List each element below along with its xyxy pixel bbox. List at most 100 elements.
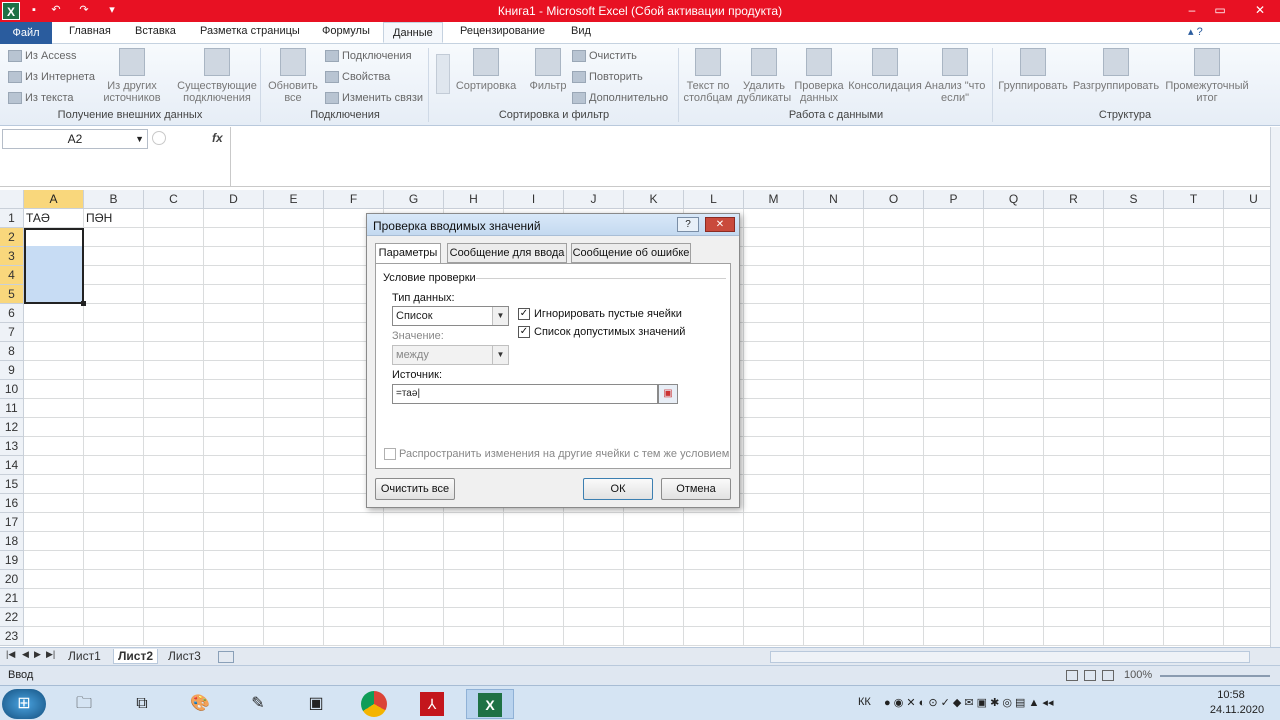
row-header[interactable]: 4 [0,266,24,285]
column-header[interactable]: K [624,190,684,209]
row-header[interactable]: 11 [0,399,24,418]
group-button[interactable]: Группировать [996,48,1070,92]
column-header[interactable]: N [804,190,864,209]
row-header[interactable]: 15 [0,475,24,494]
cell-a1[interactable]: ТАӘ [24,209,84,227]
column-header[interactable]: S [1104,190,1164,209]
sheet-tab-1[interactable]: Лист1 [68,649,101,663]
column-header[interactable]: J [564,190,624,209]
apply-all-checkbox[interactable] [384,448,396,460]
sort-az-icon[interactable] [436,54,450,94]
clock-time[interactable]: 10:58 [1206,689,1256,701]
tab-data[interactable]: Данные [383,22,443,43]
remove-duplicates-button[interactable]: Удалить дубликаты [736,48,792,104]
column-header[interactable]: G [384,190,444,209]
tab-review[interactable]: Рецензирование [460,25,545,37]
next-sheet-icon[interactable]: ▶ [34,649,41,660]
column-header[interactable]: C [144,190,204,209]
in-cell-dropdown-checkbox[interactable]: ✓ [518,326,530,338]
source-input[interactable]: =таә| [392,384,658,404]
restore-button[interactable]: ▭ [1206,0,1234,20]
row-header[interactable]: 16 [0,494,24,513]
first-sheet-icon[interactable]: |◀ [6,649,15,660]
tab-view[interactable]: Вид [571,25,591,37]
ok-button[interactable]: ОК [583,478,653,500]
sheet-tab-3[interactable]: Лист3 [168,649,201,663]
tab-home[interactable]: Главная [69,25,111,37]
row-header[interactable]: 17 [0,513,24,532]
clear-all-button[interactable]: Очистить все [375,478,455,500]
row-header[interactable]: 2 [0,228,24,247]
row-header[interactable]: 1 [0,209,24,228]
column-header[interactable]: B [84,190,144,209]
column-header[interactable]: F [324,190,384,209]
chrome-icon[interactable] [350,689,398,719]
sheet-tab-2[interactable]: Лист2 [113,649,159,664]
row-header[interactable]: 3 [0,247,24,266]
advanced-filter-button[interactable]: Дополнительно [572,92,668,105]
excel-taskbar-icon[interactable]: X [466,689,514,719]
row-header[interactable]: 22 [0,608,24,627]
tab-page-layout[interactable]: Разметка страницы [200,25,300,37]
recorder-icon[interactable]: ▣ [292,689,340,719]
row-header[interactable]: 6 [0,304,24,323]
connections-button[interactable]: Подключения [325,50,412,63]
row-header[interactable]: 18 [0,532,24,551]
cancel-button[interactable]: Отмена [661,478,731,500]
subtotal-button[interactable]: Промежуточный итог [1162,48,1252,104]
column-header[interactable]: O [864,190,924,209]
row-header[interactable]: 10 [0,380,24,399]
app-icon[interactable]: ✎ [234,689,282,719]
row-header[interactable]: 8 [0,342,24,361]
data-validation-button[interactable]: Проверка данных [792,48,846,104]
row-header[interactable]: 20 [0,570,24,589]
column-header[interactable]: P [924,190,984,209]
minimize-button[interactable]: – [1178,0,1206,20]
insert-function-icon[interactable]: fx [212,131,223,145]
chevron-down-icon[interactable]: ▼ [492,307,508,325]
dialog-close-icon[interactable]: ✕ [705,217,735,232]
column-header[interactable]: A [24,190,84,209]
what-if-button[interactable]: Анализ "что если" [922,48,988,104]
column-header[interactable]: Q [984,190,1044,209]
row-header[interactable]: 12 [0,418,24,437]
explorer-icon[interactable]: 🗀 [60,689,108,719]
filter-button[interactable]: Фильтр [526,48,570,92]
select-all-corner[interactable] [0,190,24,209]
column-header[interactable]: U [1224,190,1270,209]
ignore-blank-checkbox[interactable]: ✓ [518,308,530,320]
fill-handle[interactable] [81,301,86,306]
existing-connections-button[interactable]: Существующие подключения [177,48,257,104]
row-header[interactable]: 13 [0,437,24,456]
last-sheet-icon[interactable]: ▶| [46,649,55,660]
sort-button[interactable]: Сортировка [454,48,518,92]
tab-insert[interactable]: Вставка [135,25,176,37]
row-header[interactable]: 9 [0,361,24,380]
close-button[interactable]: ✕ [1240,0,1280,20]
zoom-level[interactable]: 100% [1124,669,1152,681]
clock-date[interactable]: 24.11.2020 [1206,704,1268,716]
ungroup-button[interactable]: Разгруппировать [1072,48,1160,92]
tab-file[interactable]: Файл [0,22,52,44]
from-web-button[interactable]: Из Интернета [8,71,95,84]
clear-filter-button[interactable]: Очистить [572,50,637,63]
column-header[interactable]: L [684,190,744,209]
row-header[interactable]: 21 [0,589,24,608]
column-header[interactable]: R [1044,190,1104,209]
formula-input[interactable] [230,127,1270,186]
properties-button[interactable]: Свойства [325,71,390,84]
row-header[interactable]: 19 [0,551,24,570]
tab-formulas[interactable]: Формулы [322,25,370,37]
text-to-columns-button[interactable]: Текст по столбцам [682,48,734,104]
refresh-all-button[interactable]: Обновить все [264,48,322,104]
zoom-slider[interactable] [1160,675,1270,677]
pdf-icon[interactable]: ⅄ [408,689,456,719]
allow-select[interactable]: Список ▼ [392,306,509,326]
row-header[interactable]: 14 [0,456,24,475]
column-header[interactable]: H [444,190,504,209]
new-sheet-icon[interactable] [218,651,234,663]
row-header[interactable]: 5 [0,285,24,304]
tab-input-message[interactable]: Сообщение для ввода [447,243,567,263]
page-layout-view-icon[interactable] [1084,670,1096,681]
tab-settings[interactable]: Параметры [375,243,441,264]
